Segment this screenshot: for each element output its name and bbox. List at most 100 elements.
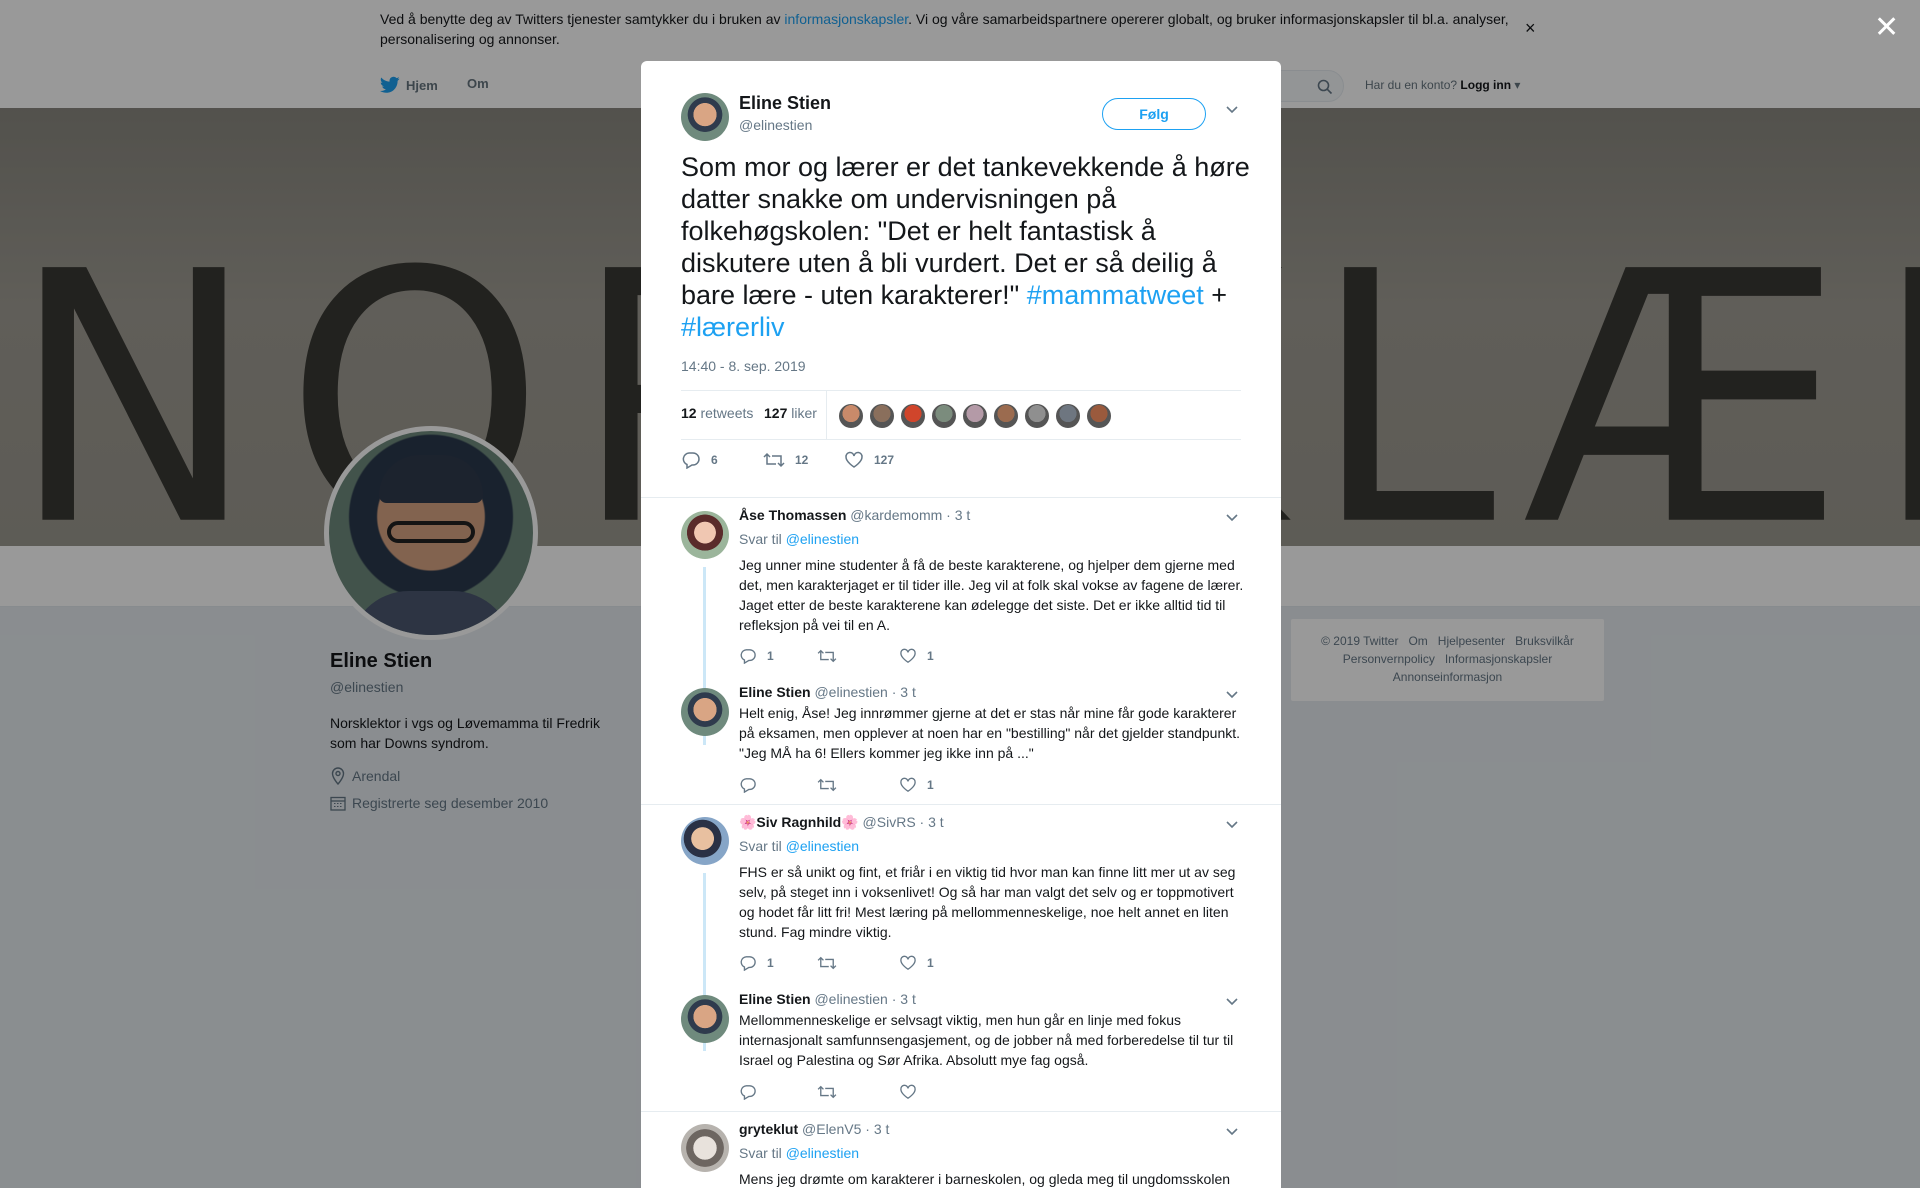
retweet-button[interactable] [817,955,847,971]
reply-button[interactable]: 6 [681,451,718,469]
reply-time[interactable]: · 3 t [892,991,916,1007]
reply-to-label: Svar til [739,531,782,547]
retweet-icon [763,452,785,468]
reply-to-link[interactable]: @elinestien [786,838,859,854]
reply-author-name[interactable]: Eline Stien [739,684,811,700]
retweet-button[interactable] [817,777,847,793]
liker-avatar[interactable] [931,403,957,429]
reply-author-handle[interactable]: @kardemomm [850,507,942,523]
hashtag-link[interactable]: #lærerliv [681,312,785,342]
retweet-count-label: retweets [700,405,754,421]
reply-author-handle[interactable]: @ElenV5 [802,1121,861,1137]
reply-to: Svar til @elinestien [739,1145,859,1161]
reply-to-link[interactable]: @elinestien [786,1145,859,1161]
reply-avatar[interactable] [681,995,729,1043]
tweet-author-name[interactable]: Eline Stien [739,93,831,114]
follow-button[interactable]: Følg [1102,98,1206,130]
tweet-author-avatar[interactable] [681,93,729,141]
retweet-button[interactable] [817,1084,847,1100]
reply-actions: 1 1 [739,955,1039,973]
reply-count: 1 [767,956,774,970]
reply-text: FHS er så unikt og fint, et friår i en v… [739,864,1236,940]
like-button[interactable]: 127 [844,451,894,469]
liker-avatar[interactable] [962,403,988,429]
reply-time[interactable]: · 3 t [920,814,944,830]
retweet-icon [817,1085,837,1099]
chevron-down-icon[interactable] [1225,1127,1239,1137]
reply-time[interactable]: · 3 t [946,507,970,523]
reply-author-name[interactable]: 🌸Siv Ragnhild🌸 [739,814,859,830]
chevron-down-icon[interactable] [1225,997,1239,1007]
reply-to-link[interactable]: @elinestien [786,531,859,547]
reply-author-handle[interactable]: @elinestien [814,684,887,700]
chevron-down-icon[interactable] [1225,105,1239,115]
retweet-button[interactable] [817,648,847,664]
tweet-stats: 12 retweets 127 liker [681,390,1241,440]
reply-actions [739,1084,1039,1102]
tweet-timestamp[interactable]: 14:40 - 8. sep. 2019 [681,358,806,374]
like-button[interactable]: 1 [899,648,934,664]
tweet-actions: 6 12 127 [681,449,1241,473]
stats-divider [826,391,827,439]
retweet-button[interactable]: 12 [763,451,808,469]
reply-header: 🌸Siv Ragnhild🌸 @SivRS · 3 t [739,814,944,831]
separator [641,487,1281,498]
reply-avatar[interactable] [681,688,729,736]
reply-header: gryteklut @ElenV5 · 3 t [739,1121,889,1137]
heart-icon [845,451,863,468]
reply-button[interactable]: 1 [739,648,774,664]
like-button[interactable]: 1 [899,955,934,971]
reply-icon [740,649,756,664]
like-count: 1 [927,649,934,663]
like-button[interactable] [899,1084,927,1100]
reply-avatar[interactable] [681,511,729,559]
like-count[interactable]: 127 liker [764,405,817,421]
liker-avatar[interactable] [993,403,1019,429]
tweet-text: Som mor og lærer er det tankevekkende å … [681,151,1251,343]
heart-icon [900,955,916,971]
reply-icon [740,956,756,971]
liker-avatar[interactable] [838,403,864,429]
tweet-author-handle[interactable]: @elinestien [739,117,812,133]
reply-icon [682,452,700,469]
reply-avatar[interactable] [681,817,729,865]
reply-author-handle[interactable]: @SivRS [863,814,916,830]
like-count-value: 127 [764,405,788,421]
reply-button[interactable] [739,1084,767,1100]
liker-avatar[interactable] [1055,403,1081,429]
retweet-icon [817,649,837,663]
liker-avatar[interactable] [1086,403,1112,429]
reply-author-handle[interactable]: @elinestien [814,991,887,1007]
reply-actions: 1 1 [739,648,1039,666]
heart-icon [900,777,916,793]
retweet-count[interactable]: 12 retweets [681,405,753,421]
reply-author-name[interactable]: gryteklut [739,1121,798,1137]
liker-avatar[interactable] [1024,403,1050,429]
retweet-icon [817,778,837,792]
reply-to-label: Svar til [739,838,782,854]
reply-icon [740,778,756,793]
reply-button[interactable]: 1 [739,955,774,971]
hashtag-link[interactable]: #mammatweet [1027,280,1204,310]
reply-author-name[interactable]: Åse Thomassen [739,507,846,523]
reply-avatar[interactable] [681,1124,729,1172]
reply-button[interactable] [739,777,767,793]
reply-time[interactable]: · 3 t [865,1121,889,1137]
reply-count: 1 [767,649,774,663]
liker-avatar[interactable] [869,403,895,429]
chevron-down-icon[interactable] [1225,690,1239,700]
liker-avatar[interactable] [900,403,926,429]
close-icon[interactable]: ✕ [1874,10,1899,45]
reply-actions: 1 [739,777,1039,795]
tweet-text-plus: + [1203,280,1228,310]
chevron-down-icon[interactable] [1225,513,1239,523]
chevron-down-icon[interactable] [1225,820,1239,830]
reply-header: Eline Stien @elinestien · 3 t [739,684,916,700]
like-button[interactable]: 1 [899,777,934,793]
reply-text: Mellommenneskelige er selvsagt viktig, m… [739,1012,1234,1068]
reply-to-label: Svar til [739,1145,782,1161]
reply-author-name[interactable]: Eline Stien [739,991,811,1007]
reply-time[interactable]: · 3 t [892,684,916,700]
retweet-count-value: 12 [681,405,697,421]
reply-header: Åse Thomassen @kardemomm · 3 t [739,507,970,523]
